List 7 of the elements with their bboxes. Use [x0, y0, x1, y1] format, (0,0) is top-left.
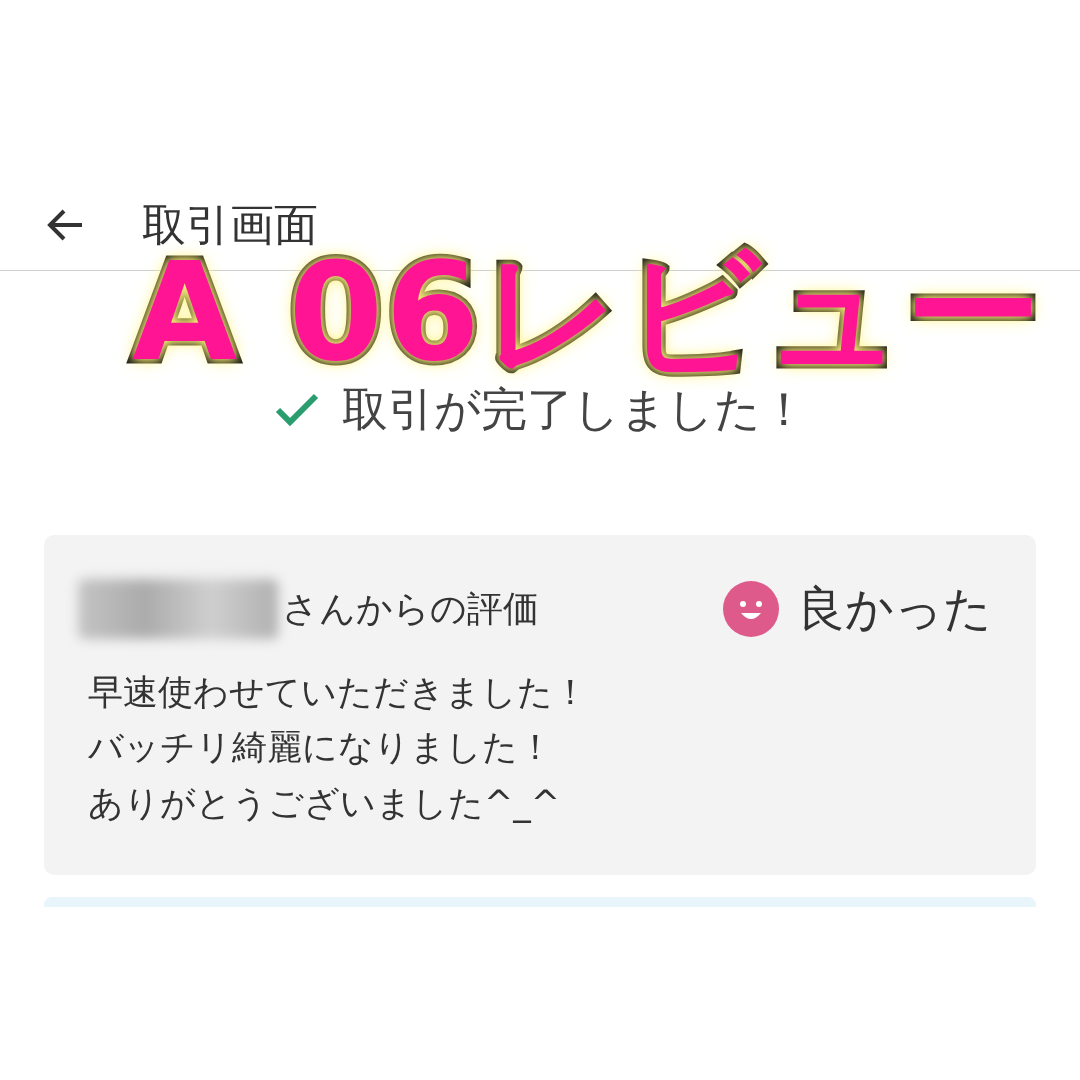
review-from-label: さんからの評価 — [282, 586, 539, 631]
review-comment-line: ありがとうございました^_^ — [88, 781, 562, 825]
status-message: 取引が完了しました！ — [341, 381, 807, 438]
review-comment-line: 早速使わせていただきました！ — [88, 671, 589, 714]
review-comment-line: バッチリ綺麗になりました！ — [88, 726, 554, 770]
smiley-icon — [723, 581, 779, 637]
rating-label: 良かった — [797, 579, 992, 638]
